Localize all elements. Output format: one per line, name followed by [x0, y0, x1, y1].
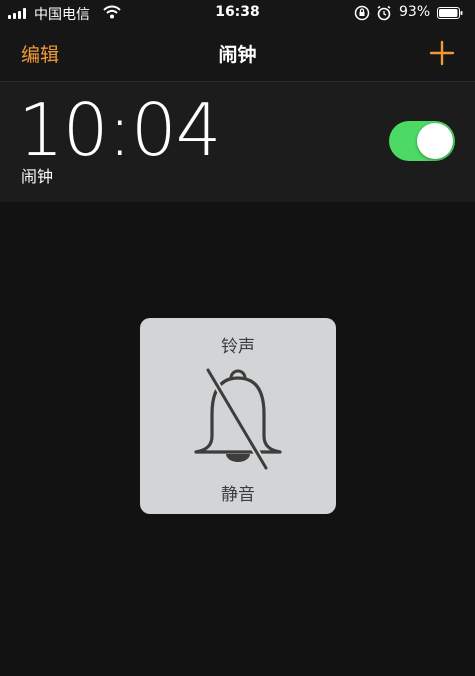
hud-title: 铃声 — [221, 337, 255, 357]
plus-icon[interactable] — [428, 39, 456, 67]
alarm-time: 10:04 — [18, 88, 221, 172]
alarm-label: 闹钟 — [21, 167, 54, 186]
battery-icon — [437, 7, 463, 19]
bell-slash-icon — [194, 366, 282, 472]
edit-button[interactable]: 编辑 — [21, 40, 59, 67]
alarm-toggle[interactable] — [389, 121, 455, 161]
alarm-clock-icon — [377, 5, 391, 21]
battery-percent: 93% — [399, 4, 431, 20]
hud-status: 静音 — [221, 485, 255, 505]
toggle-knob — [417, 123, 453, 159]
nav-bar: 编辑 闹钟 — [0, 26, 475, 82]
orientation-lock-icon — [354, 5, 370, 21]
ringer-hud: 铃声 静音 — [140, 318, 336, 514]
page-title: 闹钟 — [218, 44, 257, 66]
status-bar: 中国电信 16:38 93% — [0, 0, 475, 26]
alarm-row[interactable]: 10:04 闹钟 — [0, 82, 475, 202]
